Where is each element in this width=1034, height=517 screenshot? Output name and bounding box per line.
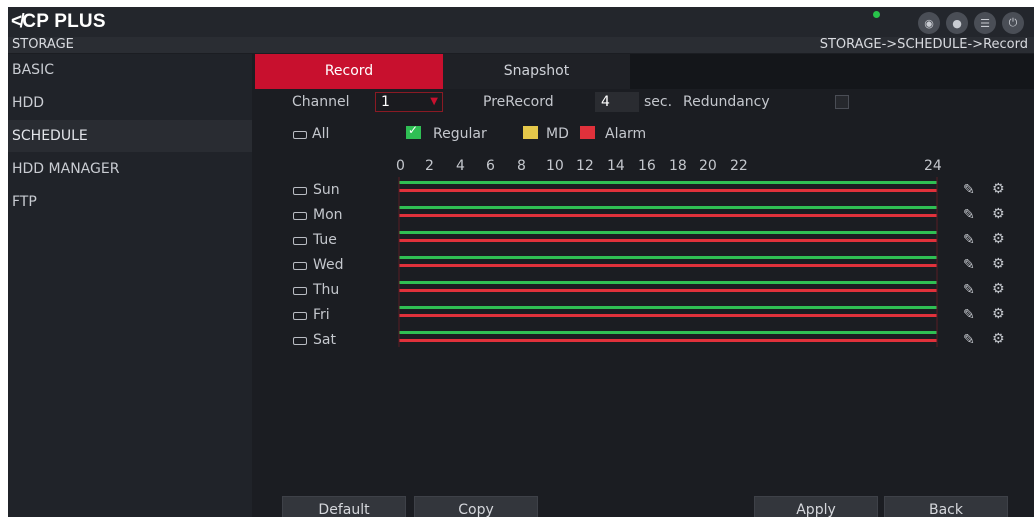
top-icons: ◉ ● ☰ ⏻ [918,12,1024,34]
sidebar-item-schedule[interactable]: SCHEDULE [8,120,252,152]
sidebar-item-hdd-manager[interactable]: HDD MANAGER [8,153,252,185]
section-bar: STORAGE STORAGE->SCHEDULE->Record [8,37,1034,53]
sidebar-item-ftp[interactable]: FTP [8,186,252,218]
schedule-panel: Channel 1 ▼ PreRecord 4 sec. Redundancy … [255,89,1034,517]
apply-button[interactable]: Apply [754,496,878,517]
brand-name: CP PLUS [22,11,106,32]
brand-logo: ≮CP PLUS [11,11,106,33]
user-icon[interactable]: ● [946,12,968,34]
hour-ticks [398,177,938,347]
power-icon[interactable]: ⏻ [1002,12,1024,34]
breadcrumb: STORAGE->SCHEDULE->Record [819,37,1028,52]
tab-snapshot[interactable]: Snapshot [443,54,630,89]
default-button[interactable]: Default [282,496,406,517]
sidebar: BASIC HDD SCHEDULE HDD MANAGER FTP [8,54,252,517]
sidebar-item-basic[interactable]: BASIC [8,54,252,86]
eye-icon[interactable]: ◉ [918,12,940,34]
sidebar-item-hdd[interactable]: HDD [8,87,252,119]
tab-record[interactable]: Record [255,54,443,89]
app-window: ≮CP PLUS ◉ ● ☰ ⏻ STORAGE STORAGE->SCHEDU… [8,7,1034,517]
back-button[interactable]: Back [884,496,1008,517]
tab-bar: Record Snapshot [255,54,1034,89]
section-title: STORAGE [12,37,74,52]
status-indicator-icon [873,11,880,18]
menu-icon[interactable]: ☰ [974,12,996,34]
logo-mark-icon: ≮ [11,11,23,32]
copy-button[interactable]: Copy [414,496,538,517]
title-bar: ≮CP PLUS ◉ ● ☰ ⏻ [8,7,1034,37]
